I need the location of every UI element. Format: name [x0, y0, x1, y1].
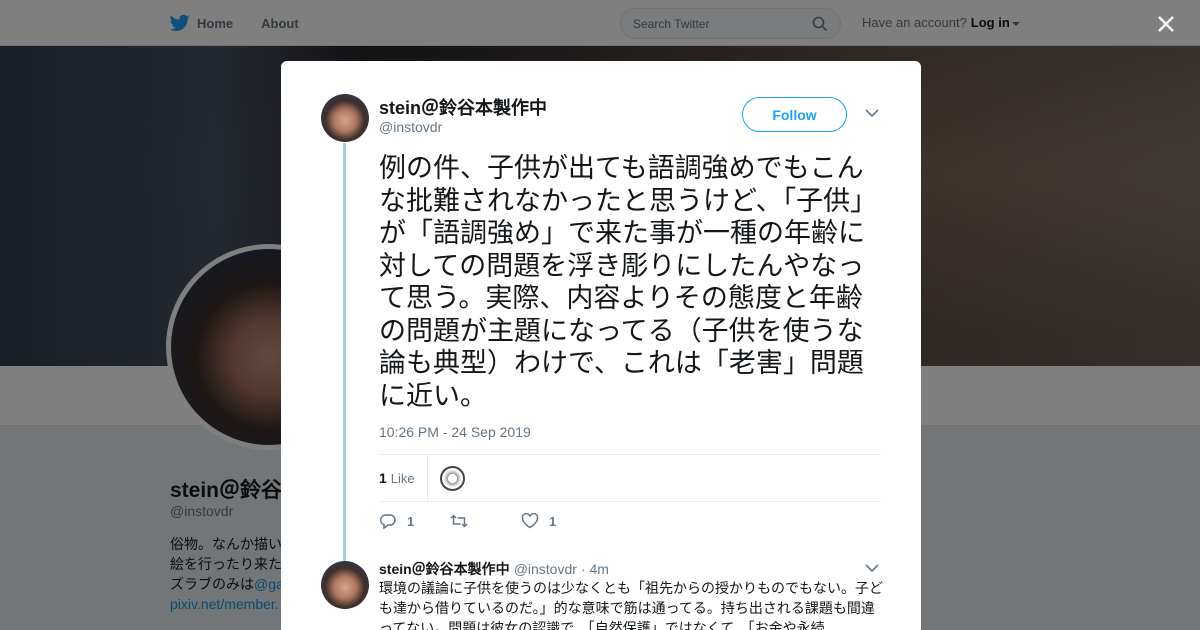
chevron-down-icon[interactable] — [865, 108, 879, 118]
reply-author-handle[interactable]: @instovdr — [514, 561, 577, 577]
reply-icon — [379, 514, 396, 529]
reply-age[interactable]: · 4m — [581, 561, 609, 577]
author-handle[interactable]: @instovdr — [379, 119, 442, 135]
reply-text: 環境の議論に子供を使うのは少なくとも「祖先からの授かりものでもない。子ども達から… — [379, 581, 883, 630]
heart-icon — [521, 513, 539, 529]
follow-button[interactable]: Follow — [742, 97, 847, 132]
reply-author-name[interactable]: stein＠鈴谷本製作中 — [379, 561, 510, 577]
reply-action[interactable]: 1 — [379, 513, 415, 529]
stats-divider — [426, 455, 428, 501]
like-action[interactable]: 1 — [521, 513, 557, 529]
liker-avatar[interactable] — [439, 465, 465, 491]
close-icon[interactable] — [1152, 10, 1180, 38]
tweet-timestamp[interactable]: 10:26 PM - 24 Sep 2019 — [379, 424, 531, 440]
like-count-label[interactable]: Like — [391, 471, 415, 486]
thread-connector-line — [343, 143, 346, 563]
tweet-text: 例の件、子供が出ても語調強めでもこんな批難されなかったと思うけど、「子供」が「語… — [379, 153, 878, 412]
reply-author-avatar[interactable] — [321, 561, 369, 609]
retweet-icon — [450, 514, 468, 528]
heart-count: 1 — [549, 513, 557, 529]
retweet-action[interactable] — [449, 513, 487, 529]
author-name[interactable]: stein＠鈴谷本製作中 — [379, 94, 547, 120]
tweet-stats: 1 Like — [379, 454, 881, 502]
tweet-actions: 1 1 — [379, 513, 591, 529]
reply-header: stein＠鈴谷本製作中 @instovdr · 4m — [379, 559, 609, 579]
chevron-down-icon[interactable] — [865, 563, 879, 573]
reply-count: 1 — [407, 513, 415, 529]
tweet-modal: stein＠鈴谷本製作中 @instovdr Follow 例の件、子供が出ても… — [281, 61, 921, 630]
like-count[interactable]: 1 — [379, 470, 387, 486]
author-avatar[interactable] — [321, 94, 369, 142]
